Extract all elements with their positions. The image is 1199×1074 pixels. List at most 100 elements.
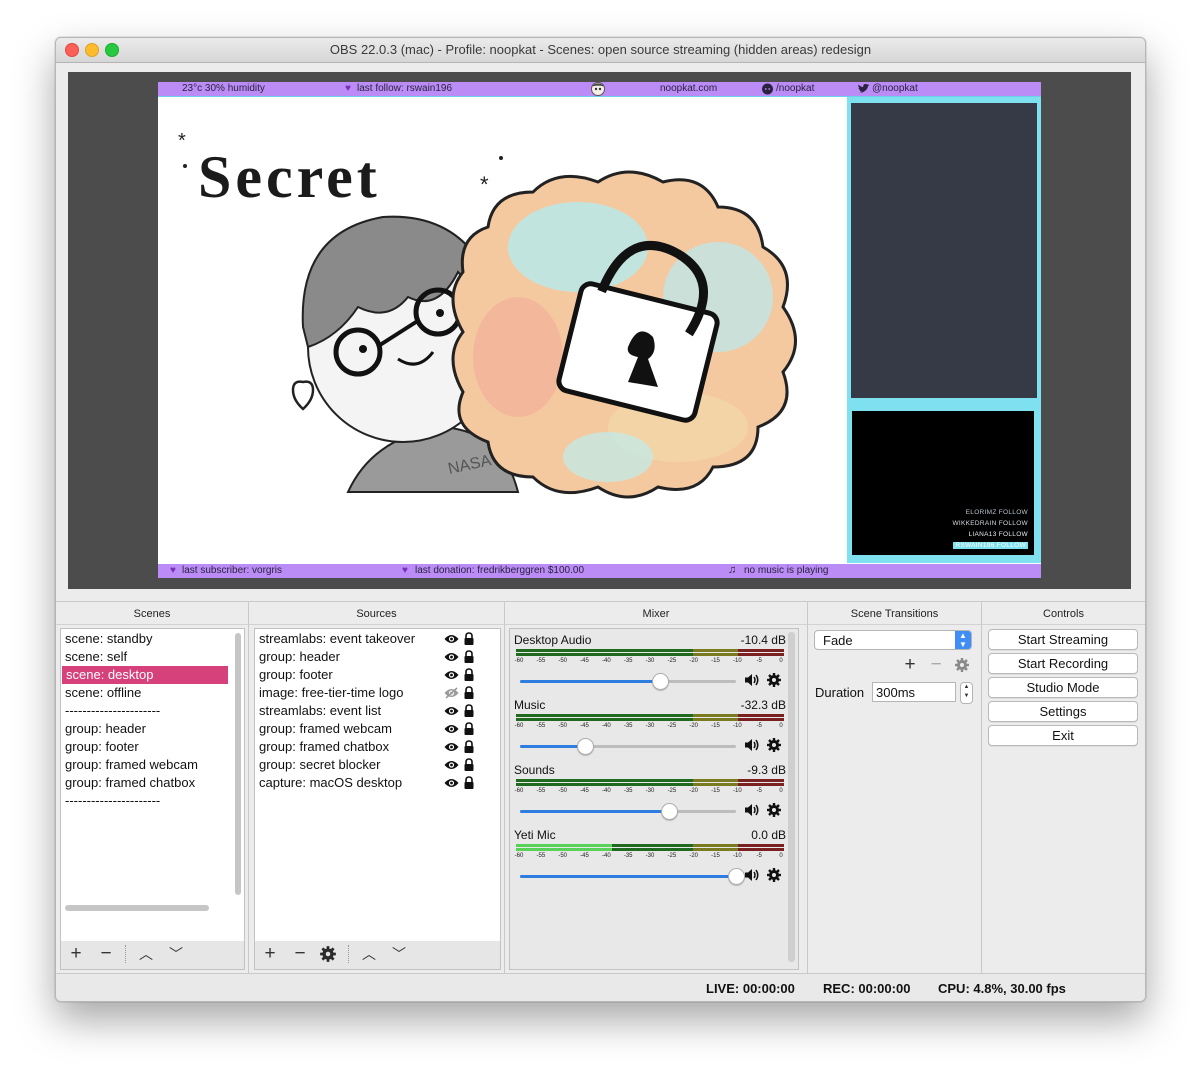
- source-item-controls: [444, 740, 480, 754]
- add-source-button[interactable]: +: [260, 944, 280, 964]
- mixer-scrollbar[interactable]: [788, 632, 795, 962]
- move-source-up-button[interactable]: ︿: [359, 944, 379, 964]
- scene-list-item[interactable]: group: header: [65, 720, 146, 738]
- mixer-settings-gear-icon[interactable]: [766, 867, 782, 883]
- volume-slider[interactable]: [520, 803, 736, 820]
- eye-icon[interactable]: [444, 723, 459, 735]
- overlay-footer-bar: ♥ last subscriber: vorgris ♥ last donati…: [158, 564, 1041, 578]
- meter-tick-label: 0: [779, 788, 783, 794]
- eye-icon[interactable]: [444, 741, 459, 753]
- mute-speaker-icon[interactable]: [744, 738, 760, 752]
- lock-icon[interactable]: [464, 650, 474, 663]
- lock-icon[interactable]: [464, 758, 474, 771]
- move-scene-down-button[interactable]: ﹀: [166, 944, 186, 964]
- meter-tick-label: -20: [689, 853, 698, 859]
- remove-scene-button[interactable]: −: [96, 944, 116, 964]
- volume-slider[interactable]: [520, 868, 745, 885]
- source-list-item[interactable]: group: header: [259, 648, 340, 666]
- source-list-item[interactable]: streamlabs: event takeover: [259, 630, 415, 648]
- music-text: no music is playing: [744, 565, 829, 576]
- scene-list-item[interactable]: group: framed webcam: [65, 756, 198, 774]
- exit-button[interactable]: Exit: [988, 725, 1138, 746]
- settings-button[interactable]: Settings: [988, 701, 1138, 722]
- preview-area[interactable]: 23°c 30% humidity ♥ last follow: rswain1…: [68, 72, 1131, 589]
- lock-icon[interactable]: [464, 704, 474, 717]
- start-recording-button[interactable]: Start Recording: [988, 653, 1138, 674]
- meter-tick-label: -15: [711, 788, 720, 794]
- scenes-dock-title: Scenes: [133, 608, 171, 620]
- mixer-channel-db: -9.3 dB: [747, 763, 786, 777]
- scenes-vertical-scrollbar[interactable]: [235, 633, 241, 895]
- scene-list-item[interactable]: scene: self: [65, 648, 127, 666]
- volume-slider-handle[interactable]: [728, 868, 745, 885]
- transition-properties-gear-icon[interactable]: [954, 657, 970, 673]
- move-source-down-button[interactable]: ﹀: [389, 944, 409, 964]
- studio-mode-button[interactable]: Studio Mode: [988, 677, 1138, 698]
- transition-select[interactable]: Fade ▲ ▼: [814, 630, 972, 650]
- select-arrows-icon: ▲ ▼: [955, 631, 971, 649]
- cpu-fps-readout: CPU: 4.8%, 30.00 fps: [938, 981, 1066, 996]
- volume-slider-handle[interactable]: [661, 803, 679, 820]
- scene-list-item[interactable]: scene: desktop: [62, 666, 228, 684]
- volume-slider-handle[interactable]: [576, 738, 594, 755]
- mixer-channel: Sounds -9.3 dB -60 -55 -50 -45 -40 -35 -30 -25 -20…: [514, 763, 786, 825]
- meter-tick-label: -10: [732, 658, 742, 664]
- scene-list-item[interactable]: ----------------------: [65, 702, 160, 720]
- volume-slider[interactable]: [520, 738, 736, 755]
- eye-icon[interactable]: [444, 669, 459, 681]
- volume-meter: [516, 844, 784, 851]
- move-scene-up-button[interactable]: ︿: [136, 944, 156, 964]
- heart-icon: ♥: [402, 565, 408, 576]
- eye-icon[interactable]: [444, 651, 459, 663]
- eye-icon[interactable]: [444, 777, 459, 789]
- lock-icon[interactable]: [464, 776, 474, 789]
- source-list-item[interactable]: group: framed chatbox: [259, 738, 389, 756]
- remove-source-button[interactable]: −: [290, 944, 310, 964]
- eye-icon[interactable]: [444, 633, 459, 645]
- scene-list-item[interactable]: ----------------------: [65, 792, 160, 810]
- add-transition-button[interactable]: +: [900, 655, 920, 675]
- mixer-settings-gear-icon[interactable]: [766, 802, 782, 818]
- add-scene-button[interactable]: +: [66, 944, 86, 964]
- dock-area: Scenes scene: standby scene: self scene: d…: [56, 601, 1145, 974]
- scenes-list[interactable]: scene: standby scene: self scene: desktop s…: [60, 628, 245, 942]
- eye-hidden-icon[interactable]: [444, 687, 459, 699]
- lock-icon[interactable]: [464, 740, 474, 753]
- scene-list-item[interactable]: scene: offline: [65, 684, 141, 702]
- source-list-item[interactable]: streamlabs: event list: [259, 702, 381, 720]
- source-list-item[interactable]: capture: macOS desktop: [259, 774, 402, 792]
- source-list-item[interactable]: group: framed webcam: [259, 720, 392, 738]
- duration-stepper[interactable]: ▲ ▼: [960, 682, 973, 704]
- source-list-item[interactable]: image: free-tier-time logo: [259, 684, 404, 702]
- sources-dock: Sources streamlabs: event takeover group:…: [249, 602, 505, 974]
- meter-tick-label: -40: [601, 788, 611, 794]
- meter-tick-label: -50: [558, 788, 567, 794]
- mute-speaker-icon[interactable]: [744, 868, 760, 882]
- eye-icon[interactable]: [444, 705, 459, 717]
- mute-speaker-icon[interactable]: [744, 803, 760, 817]
- volume-slider-handle[interactable]: [652, 673, 670, 690]
- meter-tick-label: -60: [514, 723, 524, 729]
- source-list-item[interactable]: group: secret blocker: [259, 756, 380, 774]
- mixer-channel: Yeti Mic 0.0 dB -60 -55 -50 -45 -40 -35 -30 -25 -2…: [514, 828, 786, 890]
- lock-icon[interactable]: [464, 632, 474, 645]
- remove-transition-button[interactable]: −: [926, 655, 946, 675]
- lock-icon[interactable]: [464, 668, 474, 681]
- source-list-item[interactable]: group: footer: [259, 666, 333, 684]
- start-streaming-button[interactable]: Start Streaming: [988, 629, 1138, 650]
- preview-canvas[interactable]: 23°c 30% humidity ♥ last follow: rswain1…: [158, 82, 1041, 578]
- scene-list-item[interactable]: group: footer: [65, 738, 139, 756]
- volume-slider[interactable]: [520, 673, 736, 690]
- scenes-horizontal-scrollbar[interactable]: [65, 905, 209, 911]
- source-properties-gear-icon[interactable]: [319, 945, 337, 963]
- lock-icon[interactable]: [464, 722, 474, 735]
- mixer-settings-gear-icon[interactable]: [766, 737, 782, 753]
- duration-input[interactable]: 300ms: [872, 682, 956, 702]
- sources-list[interactable]: streamlabs: event takeover group: header g…: [254, 628, 501, 942]
- mute-speaker-icon[interactable]: [744, 673, 760, 687]
- mixer-settings-gear-icon[interactable]: [766, 672, 782, 688]
- scene-list-item[interactable]: scene: standby: [65, 630, 152, 648]
- eye-icon[interactable]: [444, 759, 459, 771]
- scene-list-item[interactable]: group: framed chatbox: [65, 774, 195, 792]
- lock-icon[interactable]: [464, 686, 474, 699]
